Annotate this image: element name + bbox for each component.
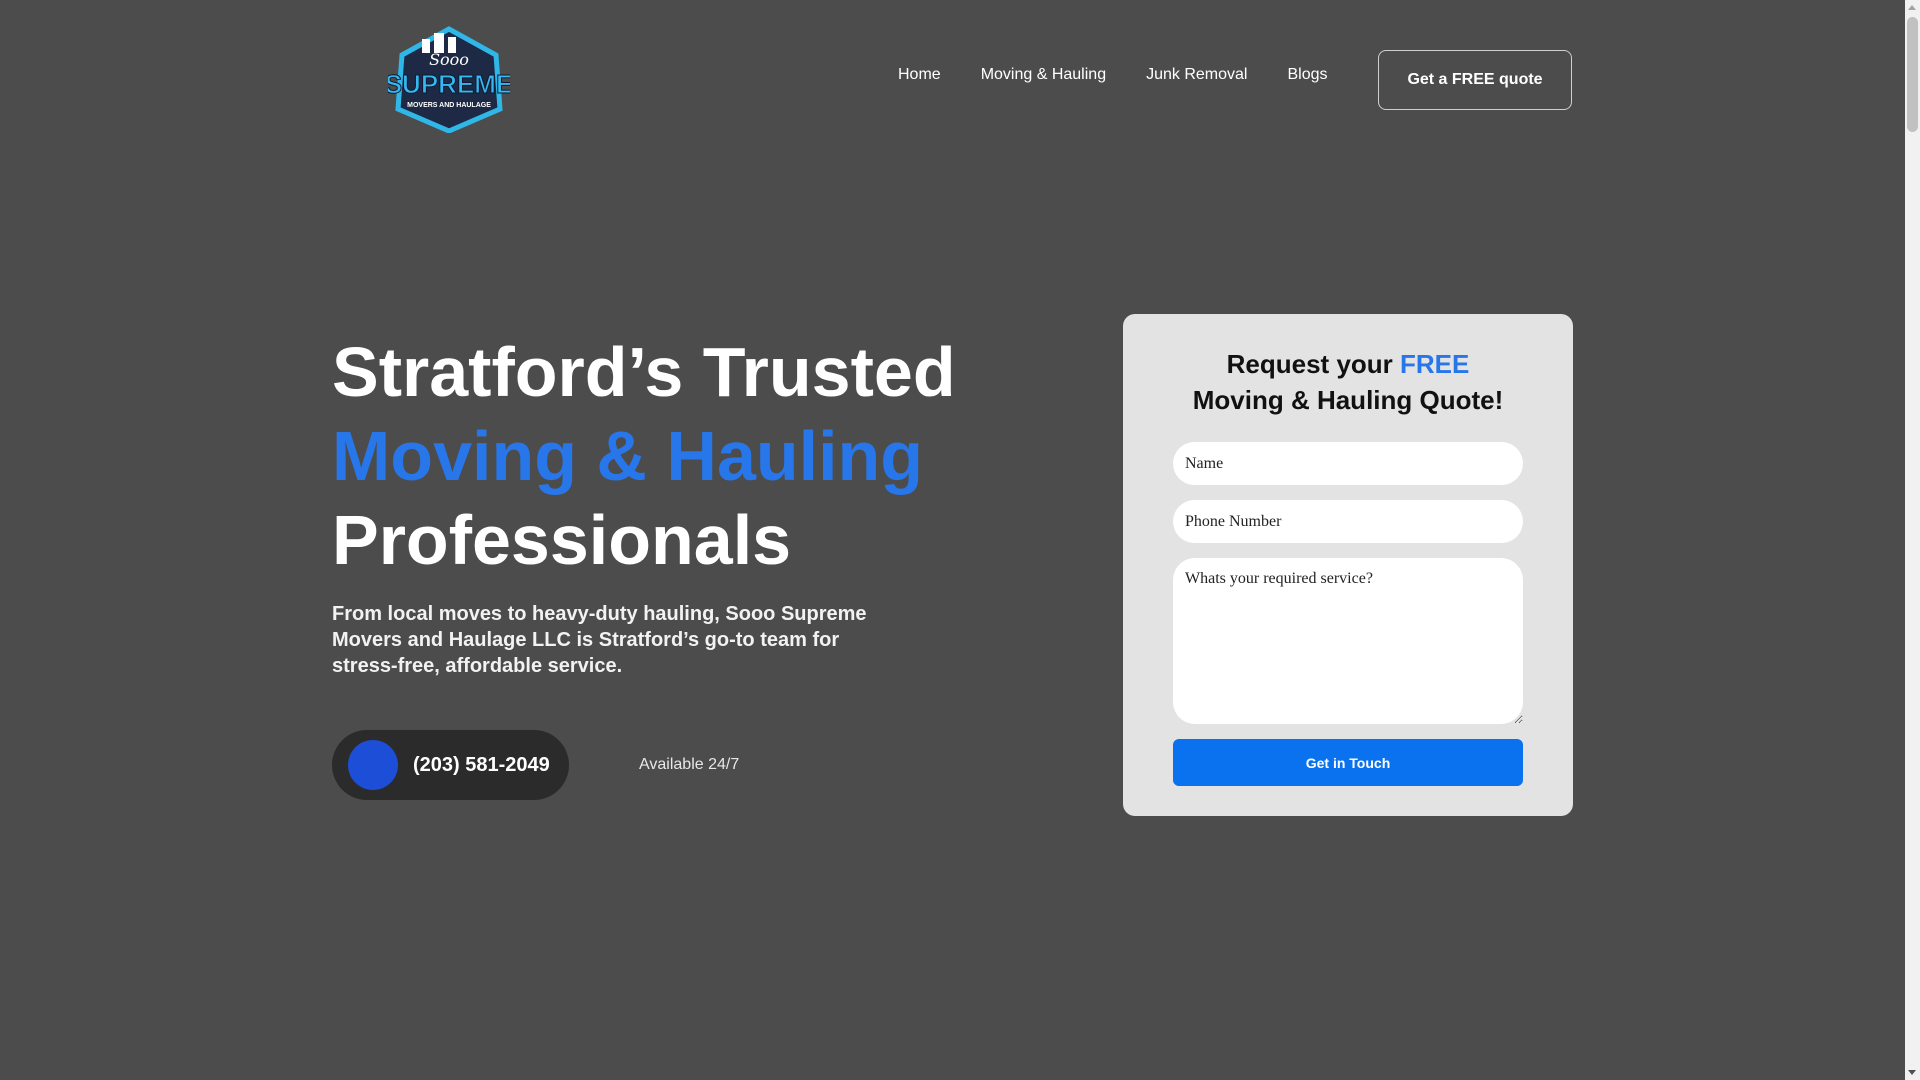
nav-moving-hauling[interactable]: Moving & Hauling (981, 66, 1106, 84)
phone-icon (348, 740, 398, 790)
logo-main-text: SUPREME (388, 69, 510, 99)
name-field[interactable] (1173, 442, 1523, 485)
phone-field[interactable] (1173, 500, 1523, 543)
service-field[interactable] (1173, 558, 1523, 724)
form-title-accent: FREE (1400, 349, 1470, 379)
get-quote-button[interactable]: Get a FREE quote (1378, 50, 1572, 110)
hero-title-line2: Moving & Hauling (332, 417, 924, 495)
scroll-thumb[interactable] (1907, 17, 1918, 132)
main-nav: Home Moving & Hauling Junk Removal Blogs (898, 66, 1328, 84)
page-scrollbar[interactable] (1905, 0, 1920, 1080)
hero-title: Stratford’s Trusted Moving & Hauling Pro… (332, 330, 1032, 582)
form-title-line2: Moving & Hauling Quote! (1192, 385, 1504, 415)
quote-form-card: Request your FREE Moving & Hauling Quote… (1123, 314, 1573, 816)
scroll-down-icon[interactable] (1908, 1070, 1916, 1075)
hero-subtitle: From local moves to heavy-duty hauling, … (332, 603, 867, 677)
get-in-touch-button[interactable]: Get in Touch (1173, 739, 1523, 786)
hero-title-line1: Stratford’s Trusted (332, 333, 956, 411)
form-title-prefix: Request your (1226, 349, 1401, 379)
call-phone-button[interactable]: (203) 581-2049 (332, 730, 569, 800)
hero-title-line3: Professionals (332, 501, 792, 579)
site-logo[interactable]: Sooo SUPREME MOVERS AND HAULAGE (384, 25, 514, 134)
nav-home[interactable]: Home (898, 66, 941, 84)
logo-top-text: Sooo (429, 50, 469, 69)
nav-junk-removal[interactable]: Junk Removal (1146, 66, 1247, 84)
form-title: Request your FREE Moving & Hauling Quote… (1123, 346, 1573, 418)
availability-text: Available 24/7 (639, 756, 740, 773)
logo-sub-text: MOVERS AND HAULAGE (407, 102, 491, 109)
nav-blogs[interactable]: Blogs (1287, 66, 1327, 84)
phone-number: (203) 581-2049 (413, 753, 550, 776)
scroll-up-icon[interactable] (1908, 5, 1916, 10)
